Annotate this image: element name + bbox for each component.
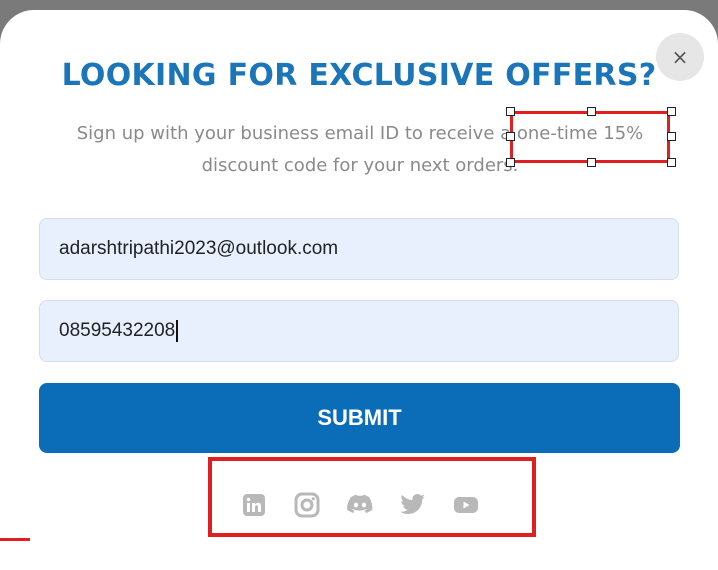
selection-handle[interactable] <box>506 107 515 116</box>
linkedin-icon[interactable] <box>240 491 268 519</box>
email-value: adarshtripathi2023@outlook.com <box>59 238 339 259</box>
phone-field[interactable]: 08595432208 <box>39 300 679 362</box>
selection-handle[interactable] <box>667 132 676 141</box>
text-caret <box>176 320 179 342</box>
selection-handle[interactable] <box>667 107 676 116</box>
youtube-icon[interactable] <box>452 491 480 519</box>
selection-highlight-box <box>510 111 670 163</box>
selection-handle[interactable] <box>506 158 515 167</box>
selection-handle[interactable] <box>667 158 676 167</box>
email-field[interactable]: adarshtripathi2023@outlook.com <box>39 218 679 280</box>
annotation-mark <box>0 538 30 541</box>
twitter-icon[interactable] <box>399 491 427 519</box>
selection-handle[interactable] <box>506 132 515 141</box>
social-links <box>240 490 480 520</box>
instagram-icon[interactable] <box>293 491 321 519</box>
selection-handle[interactable] <box>587 158 596 167</box>
submit-button[interactable]: SUBMIT <box>39 383 680 453</box>
popup-title: LOOKING FOR EXCLUSIVE OFFERS? <box>61 58 657 93</box>
selection-handle[interactable] <box>587 107 596 116</box>
discord-icon[interactable] <box>346 491 374 519</box>
phone-value: 08595432208 <box>59 320 176 341</box>
